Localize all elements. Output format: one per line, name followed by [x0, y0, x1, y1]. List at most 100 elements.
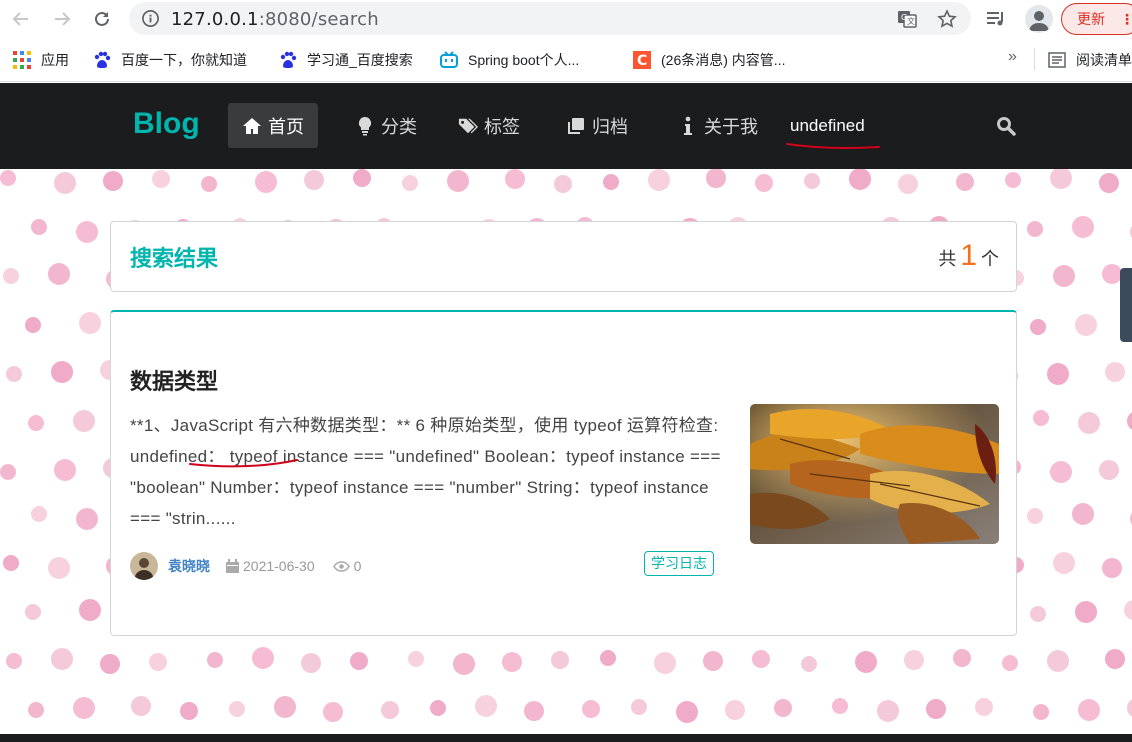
- article-title[interactable]: 数据类型: [130, 364, 218, 396]
- nav-tags[interactable]: 标签: [444, 103, 534, 148]
- polka-dot: [1078, 699, 1100, 721]
- polka-dot: [703, 651, 723, 671]
- polka-dot: [48, 263, 70, 285]
- polka-dot: [31, 219, 47, 235]
- polka-dot: [48, 557, 70, 579]
- nav-about[interactable]: 关于我: [664, 103, 772, 148]
- media-queue-icon[interactable]: [984, 6, 1010, 32]
- bookmark-xuexitong[interactable]: 学习通_百度搜索: [279, 50, 413, 70]
- bookmark-csdn[interactable]: C (26条消息) 内容管...: [633, 50, 785, 70]
- site-navbar: Blog 首页 分类 标签 归档 关于我 undefined: [0, 83, 1132, 169]
- polka-dot: [1047, 650, 1069, 672]
- forward-button[interactable]: [49, 6, 75, 32]
- polka-dot: [1033, 410, 1049, 426]
- autumn-leaves-image: [750, 404, 999, 544]
- result-count-number: 1: [960, 239, 977, 272]
- bookmark-spring-boot[interactable]: Spring boot个人...: [440, 50, 579, 70]
- polka-dot: [6, 366, 22, 382]
- polka-dot: [152, 170, 170, 188]
- polka-dot: [832, 698, 848, 714]
- bookmarks-overflow-button[interactable]: »: [1008, 48, 1017, 66]
- author-name[interactable]: 袁晓晓: [168, 556, 210, 576]
- excerpt-highlight: undefined：: [130, 447, 225, 466]
- nav-home[interactable]: 首页: [228, 103, 318, 148]
- polka-dot: [149, 653, 167, 671]
- star-bookmark-icon[interactable]: [937, 9, 957, 29]
- apps-grid-icon: [13, 51, 31, 69]
- polka-dot: [755, 174, 773, 192]
- article-meta: 袁晓晓 2021-06-30 0: [130, 552, 379, 580]
- polka-dot: [207, 652, 223, 668]
- polka-dot: [1099, 460, 1119, 480]
- reload-button[interactable]: [89, 6, 115, 32]
- lightbulb-icon: [355, 116, 375, 136]
- bookmark-baidu[interactable]: 百度一下，你就知道: [93, 50, 247, 70]
- author-avatar[interactable]: [130, 552, 158, 580]
- article-thumbnail[interactable]: [750, 404, 999, 544]
- reload-icon: [95, 11, 109, 26]
- polka-dot: [706, 169, 726, 188]
- svg-text:文: 文: [907, 16, 915, 26]
- search-result-title: 搜索结果: [130, 246, 219, 271]
- publish-date: 2021-06-30: [226, 558, 315, 574]
- polka-dot: [0, 464, 16, 480]
- polka-dot: [1050, 461, 1072, 483]
- polka-dot: [926, 699, 946, 719]
- nav-username[interactable]: undefined: [790, 116, 865, 136]
- nav-categories[interactable]: 分类: [341, 103, 431, 148]
- bilibili-tv-icon: [440, 51, 458, 69]
- reading-list-button[interactable]: 阅读清单: [1048, 50, 1132, 70]
- view-count: 0: [332, 558, 361, 574]
- polka-dot: [603, 174, 619, 190]
- polka-dot: [475, 695, 497, 717]
- back-button[interactable]: [8, 6, 34, 32]
- polka-dot: [524, 701, 544, 721]
- article-excerpt: **1、JavaScript 有六种数据类型：** 6 种原始类型，使用 typ…: [130, 416, 721, 528]
- translate-icon[interactable]: G文: [897, 9, 917, 29]
- polka-dot: [1047, 363, 1069, 385]
- polka-dot: [1030, 606, 1046, 622]
- polka-dot: [28, 415, 44, 431]
- tags-icon: [458, 116, 478, 136]
- baidu-paw-icon: [279, 51, 297, 69]
- polka-dot: [953, 649, 971, 667]
- polka-dot: [877, 700, 899, 722]
- polka-dot: [353, 169, 371, 187]
- polka-dot: [54, 459, 76, 481]
- polka-dot: [1030, 319, 1046, 335]
- arrow-right-icon: [55, 12, 71, 26]
- arrow-left-icon: [12, 12, 28, 26]
- polka-dot: [752, 650, 770, 668]
- polka-dot: [1050, 169, 1072, 189]
- site-logo[interactable]: Blog: [133, 107, 200, 141]
- polka-dot: [252, 647, 274, 669]
- polka-dot: [855, 651, 877, 673]
- polka-dot: [1102, 264, 1122, 284]
- search-icon: [997, 117, 1016, 136]
- nav-search-button[interactable]: [996, 116, 1016, 141]
- polka-dot: [28, 702, 44, 718]
- polka-dot: [1124, 600, 1132, 620]
- polka-dot: [274, 696, 296, 718]
- polka-dot: [100, 654, 120, 674]
- kebab-menu-icon[interactable]: ⋮: [1120, 4, 1132, 34]
- profile-avatar-icon[interactable]: [1025, 5, 1053, 33]
- polka-dot: [51, 648, 73, 670]
- polka-dot: [1127, 412, 1132, 430]
- polka-dot: [31, 506, 47, 522]
- polka-dot: [648, 169, 670, 191]
- nav-archive[interactable]: 归档: [552, 103, 642, 148]
- bookmark-apps[interactable]: 应用: [13, 50, 69, 70]
- update-button[interactable]: 更新 ⋮: [1061, 3, 1132, 35]
- clone-icon: [566, 116, 586, 136]
- browser-toolbar: 127.0.0.1:8080/search G文 更新 ⋮: [0, 0, 1132, 38]
- bookmarks-bar: 应用 百度一下，你就知道 学习通_百度搜索 Spring boot个人... C…: [0, 38, 1132, 82]
- side-widget[interactable]: [1120, 268, 1132, 342]
- polka-dot: [1078, 412, 1100, 434]
- baidu-paw-icon: [93, 51, 111, 69]
- site-info-icon[interactable]: [141, 9, 160, 33]
- article-tag[interactable]: 学习日志: [644, 551, 714, 576]
- article-card: 数据类型 **1、JavaScript 有六种数据类型：** 6 种原始类型，使…: [110, 310, 1017, 636]
- polka-dot: [1027, 508, 1043, 524]
- address-bar[interactable]: 127.0.0.1:8080/search G文: [129, 2, 971, 35]
